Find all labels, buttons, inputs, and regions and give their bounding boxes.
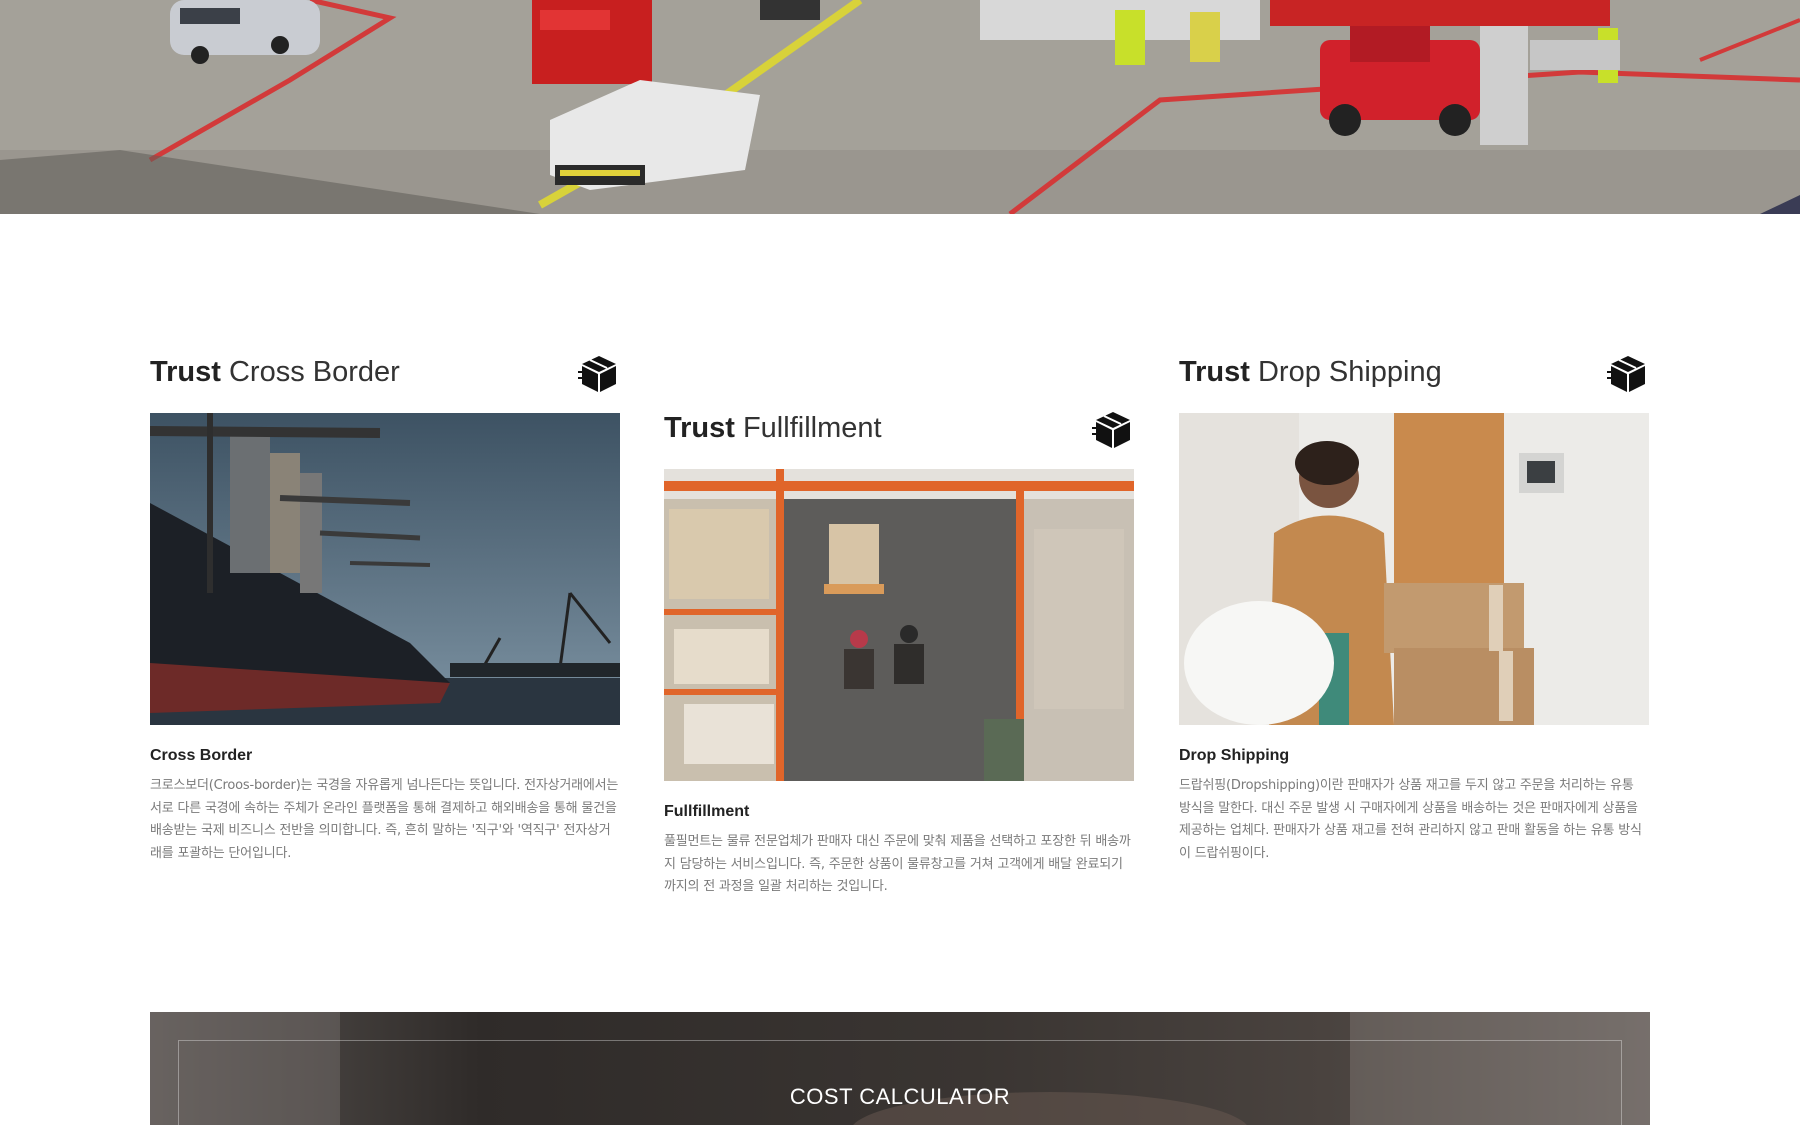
card-title[interactable]: Trust Cross Border [150, 352, 400, 392]
warehouse-aisle-photo [664, 469, 1134, 781]
card-title-light: Cross Border [228, 356, 400, 388]
calculator-frame [178, 1040, 1622, 1125]
card-subtitle: Drop Shipping [1179, 747, 1290, 764]
cost-calculator-banner[interactable]: COST CALCULATOR [150, 1012, 1650, 1125]
card-title[interactable]: Trust Fullfillment [664, 408, 882, 448]
box-icon [1607, 356, 1645, 392]
service-card-cross-border: Trust Cross Border Cross Border 크로스보더(Cr… [150, 352, 620, 872]
card-title-light: Fullfillment [742, 412, 882, 444]
card-description: 풀필먼트는 물류 전문업체가 판매자 대신 주문에 맞춰 제품을 선택하고 포장… [664, 834, 1131, 894]
hero-banner-image [0, 0, 1800, 214]
card-subtitle: Fullfillment [664, 803, 750, 820]
service-card-drop-shipping: Trust Drop Shipping Drop Shipping 드랍쉬핑(D… [1179, 352, 1649, 872]
card-title-strong: Trust [1179, 356, 1250, 388]
calculator-title[interactable]: COST CALCULATOR [150, 1084, 1650, 1110]
card-header: Trust Drop Shipping [1179, 352, 1649, 392]
service-card-fullfillment: Trust Fullfillment Fullfillment 풀필먼트는 물류… [664, 408, 1134, 928]
card-subtitle: Cross Border [150, 747, 253, 764]
card-title-strong: Trust [150, 356, 221, 388]
box-icon [1092, 412, 1130, 448]
card-title-strong: Trust [664, 412, 735, 444]
card-title-light: Drop Shipping [1257, 356, 1442, 388]
card-header: Trust Fullfillment [664, 408, 1134, 448]
card-header: Trust Cross Border [150, 352, 620, 392]
card-title[interactable]: Trust Drop Shipping [1179, 352, 1442, 392]
box-icon [578, 356, 616, 392]
woman-carrying-boxes-photo [1179, 413, 1649, 725]
cargo-ship-port-photo [150, 413, 620, 725]
card-description: 크로스보더(Croos-border)는 국경을 자유롭게 넘나든다는 뜻입니다… [150, 778, 619, 861]
card-description: 드랍쉬핑(Dropshipping)이란 판매자가 상품 재고를 두지 않고 주… [1179, 778, 1642, 861]
